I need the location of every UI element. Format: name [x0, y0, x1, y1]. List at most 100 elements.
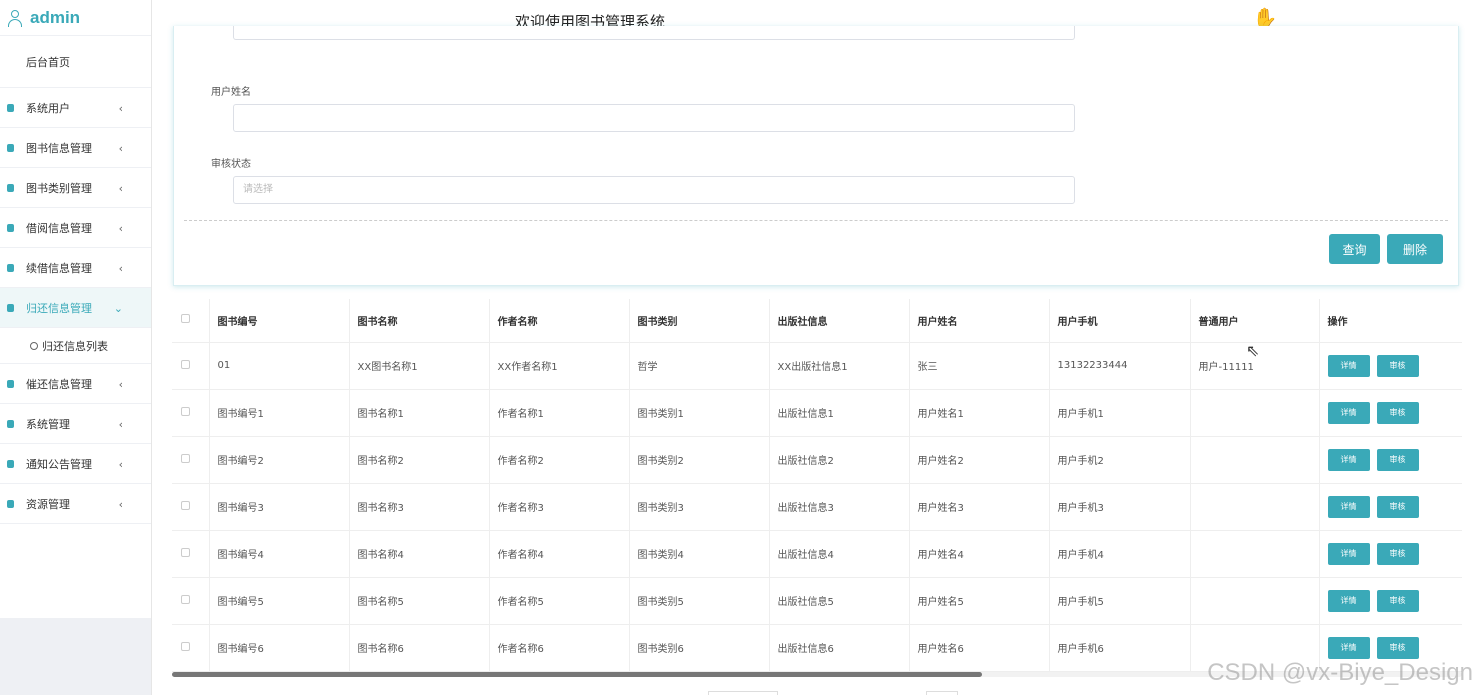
detail-button[interactable]: 详情 — [1327, 495, 1370, 518]
detail-button[interactable]: 详情 — [1327, 354, 1370, 377]
row-checkbox-cell[interactable] — [172, 389, 210, 437]
checkbox[interactable] — [181, 314, 190, 324]
submenu-item-return-list[interactable]: 归还信息列表 — [0, 328, 151, 364]
menu-bullet-icon — [7, 499, 14, 508]
row-checkbox-cell[interactable] — [172, 577, 210, 625]
chevron-icon: ‹ — [118, 182, 123, 195]
table-cell: 作者名称3 — [489, 483, 630, 531]
query-button[interactable]: 查询 — [1329, 234, 1380, 264]
row-checkbox-cell[interactable] — [172, 342, 210, 390]
detail-button[interactable]: 详情 — [1327, 448, 1370, 471]
row-checkbox-cell[interactable] — [172, 530, 210, 578]
table-cell: 出版社信息4 — [769, 530, 910, 578]
search-form: 用户姓名 审核状态 请选择 查询 删除 — [173, 26, 1459, 286]
table-row: 图书编号5 图书名称5 作者名称5 图书类别5 出版社信息5 用户姓名5 用户手机5 详情 审核 — [172, 577, 1462, 625]
user-name-input[interactable] — [233, 104, 1075, 132]
actions-cell: 详情 审核 — [1319, 483, 1462, 531]
sidebar-item-6[interactable]: 催还信息管理 ‹ — [0, 364, 151, 404]
sidebar-item-8[interactable]: 通知公告管理 ‹ — [0, 444, 151, 484]
menu-bullet-icon — [7, 303, 14, 312]
scrollbar-thumb[interactable] — [172, 672, 982, 677]
pagination-size-select[interactable] — [708, 691, 778, 695]
pagination-jump-input[interactable] — [926, 691, 958, 695]
review-button[interactable]: 审核 — [1376, 401, 1419, 424]
data-table: 图书编号 图书名称 作者名称 图书类别 出版社信息 用户姓名 用户手机 普通用户 操作 01 XX… — [172, 299, 1462, 679]
chevron-icon: ⌄ — [113, 302, 123, 315]
chevron-icon: ‹ — [118, 458, 123, 471]
brand-text: admin — [30, 7, 81, 27]
sidebar-item-1[interactable]: 图书信息管理 ‹ — [0, 128, 151, 168]
review-button[interactable]: 审核 — [1376, 636, 1419, 659]
sidebar-item-3[interactable]: 借阅信息管理 ‹ — [0, 208, 151, 248]
review-button[interactable]: 审核 — [1376, 495, 1419, 518]
review-button[interactable]: 审核 — [1376, 354, 1419, 377]
review-button[interactable]: 审核 — [1376, 589, 1419, 612]
sidebar-item-7[interactable]: 系统管理 ‹ — [0, 404, 151, 444]
checkbox[interactable] — [181, 500, 190, 510]
table-cell: 图书编号2 — [209, 436, 350, 484]
user-name-label: 用户姓名 — [211, 87, 251, 98]
checkbox[interactable] — [181, 641, 190, 651]
review-button[interactable]: 审核 — [1376, 448, 1419, 471]
divider — [184, 220, 1448, 221]
column-header: 普通用户 — [1190, 299, 1320, 343]
checkbox[interactable] — [181, 406, 190, 416]
clock-icon — [30, 341, 38, 350]
sidebar-item-label: 归还信息管理 — [26, 301, 92, 315]
row-checkbox-cell[interactable] — [172, 436, 210, 484]
review-button[interactable]: 审核 — [1376, 542, 1419, 565]
actions-cell: 详情 审核 — [1319, 389, 1462, 437]
sidebar-menu: 系统用户 ‹ 图书信息管理 ‹ 图书类别管理 ‹ 借阅信息管理 ‹ 续借信息管理 ‹ 归还信息管理 ⌄… — [0, 88, 151, 524]
table-cell: 用户姓名2 — [909, 436, 1050, 484]
detail-button[interactable]: 详情 — [1327, 636, 1370, 659]
table-cell: 01 — [209, 342, 350, 390]
menu-bullet-icon — [7, 379, 14, 388]
menu-bullet-icon — [7, 223, 14, 232]
chevron-icon: ‹ — [118, 418, 123, 431]
select-all-checkbox-cell[interactable] — [172, 299, 210, 343]
detail-button[interactable]: 详情 — [1327, 401, 1370, 424]
sidebar-item-home[interactable]: 后台首页 — [0, 36, 151, 88]
checkbox[interactable] — [181, 453, 190, 463]
row-checkbox-cell[interactable] — [172, 483, 210, 531]
table-cell: 图书编号1 — [209, 389, 350, 437]
checkbox[interactable] — [181, 547, 190, 557]
table-cell: 图书名称1 — [349, 389, 490, 437]
sidebar-item-4[interactable]: 续借信息管理 ‹ — [0, 248, 151, 288]
chevron-icon: ‹ — [118, 498, 123, 511]
sidebar-item-label: 续借信息管理 — [26, 261, 92, 275]
checkbox[interactable] — [181, 359, 190, 369]
sidebar-item-label: 图书类别管理 — [26, 181, 92, 195]
main-content: 用户姓名 审核状态 请选择 查询 删除 图书编号 图书名称 作者名称 图书类别 出版社信… — [158, 26, 1477, 695]
table-cell: 图书类别2 — [629, 436, 770, 484]
column-header: 用户姓名 — [909, 299, 1050, 343]
sidebar-item-9[interactable]: 资源管理 ‹ — [0, 484, 151, 524]
brand[interactable]: admin — [0, 0, 151, 36]
table-cell: 图书类别4 — [629, 530, 770, 578]
table-cell: 出版社信息6 — [769, 624, 910, 672]
previous-input[interactable] — [233, 26, 1075, 40]
table-cell: 张三 — [909, 342, 1050, 390]
checkbox[interactable] — [181, 594, 190, 604]
row-checkbox-cell[interactable] — [172, 624, 210, 672]
status-select[interactable]: 请选择 — [233, 176, 1075, 204]
sidebar-item-2[interactable]: 图书类别管理 ‹ — [0, 168, 151, 208]
watermark: CSDN @vx-Biye_Design — [1207, 659, 1473, 686]
menu-bullet-icon — [7, 183, 14, 192]
detail-button[interactable]: 详情 — [1327, 589, 1370, 612]
sidebar-item-label: 系统管理 — [26, 417, 70, 431]
table-cell — [1190, 436, 1320, 484]
sidebar-item-5[interactable]: 归还信息管理 ⌄ — [0, 288, 151, 328]
table-cell: 用户手机2 — [1049, 436, 1191, 484]
sidebar-item-label: 借阅信息管理 — [26, 221, 92, 235]
table-cell: 用户姓名3 — [909, 483, 1050, 531]
submenu-item-label: 归还信息列表 — [42, 339, 108, 353]
chevron-icon: ‹ — [118, 102, 123, 115]
delete-button[interactable]: 删除 — [1387, 234, 1443, 264]
actions-cell: 详情 审核 — [1319, 530, 1462, 578]
table-cell: 作者名称5 — [489, 577, 630, 625]
detail-button[interactable]: 详情 — [1327, 542, 1370, 565]
column-header: 用户手机 — [1049, 299, 1191, 343]
sidebar-item-0[interactable]: 系统用户 ‹ — [0, 88, 151, 128]
table-row: 图书编号3 图书名称3 作者名称3 图书类别3 出版社信息3 用户姓名3 用户手机3 详情 审核 — [172, 483, 1462, 531]
